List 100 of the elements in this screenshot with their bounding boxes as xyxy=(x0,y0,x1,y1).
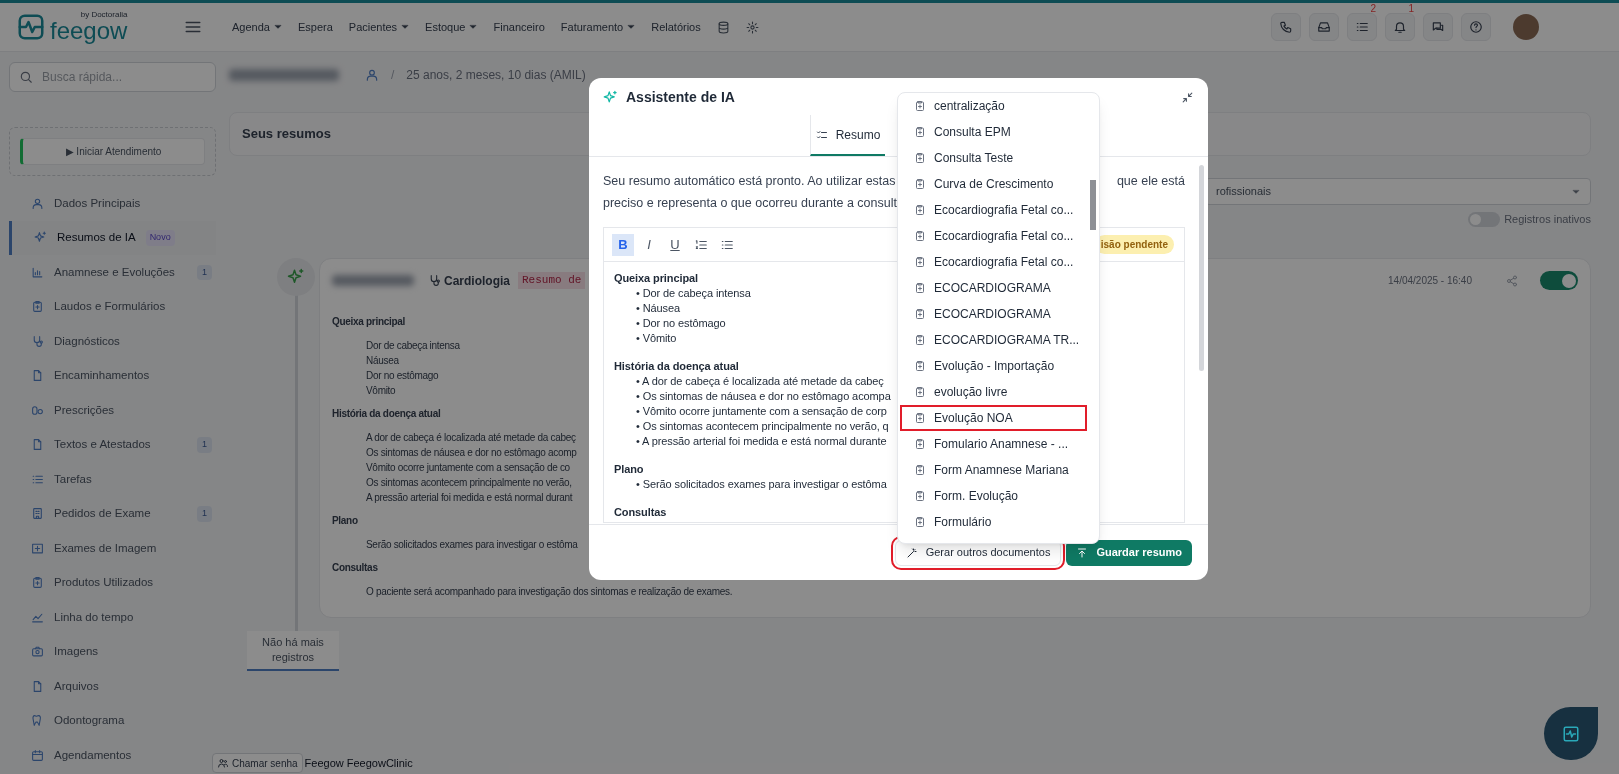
stethoscope-icon xyxy=(428,274,441,287)
clipboard-icon xyxy=(914,360,926,372)
start-attendance-button[interactable]: ▶ Iniciar Atendimento xyxy=(20,138,205,165)
summary-line: Dor no estômago xyxy=(366,368,439,383)
user-avatar[interactable] xyxy=(1513,14,1539,40)
sidebar-item[interactable]: Produtos Utilizados xyxy=(9,565,216,600)
inbox-button[interactable] xyxy=(1309,13,1339,41)
sidebar-item[interactable]: Pedidos de Exame 1 xyxy=(9,496,216,531)
sparkle-icon xyxy=(34,231,47,245)
bullet-line: • Vômito ocorre juntamente com a sensação de corp xyxy=(636,404,887,419)
chat-icon xyxy=(1431,20,1445,34)
floating-assistant-button[interactable] xyxy=(1544,707,1598,760)
sidebar-item[interactable]: Prescrições xyxy=(9,393,216,428)
menu-item[interactable]: Form. Evolução xyxy=(900,483,1087,509)
database-icon[interactable] xyxy=(716,20,730,34)
sidebar-item[interactable]: Exames de Imagem xyxy=(9,531,216,566)
clipboard-icon xyxy=(914,490,926,502)
task-list-button[interactable] xyxy=(1347,13,1377,41)
logo-tagline: by Doctoralia xyxy=(80,11,128,19)
pill-icon xyxy=(31,403,44,417)
clipboard-icon xyxy=(914,230,926,242)
sidebar-item[interactable]: Odontograma xyxy=(9,703,216,738)
sidebar-item[interactable]: Anamnese e Evoluções 1 xyxy=(9,255,216,290)
clipboard-icon xyxy=(914,282,926,294)
intro-text: preciso e representa o que ocorreu durante a consult xyxy=(603,195,897,212)
bullet-line: • Náusea xyxy=(636,301,681,316)
section-heading: História da doença atual xyxy=(614,359,739,374)
menu-item[interactable]: Curva de Crescimento xyxy=(900,171,1087,197)
menu-item[interactable]: Formulário xyxy=(900,509,1087,535)
nav-menu-item[interactable]: Financeiro xyxy=(485,18,553,36)
heartbeat-logo-icon xyxy=(16,12,46,42)
count-label: 2 xyxy=(1370,4,1376,14)
menu-item[interactable]: Consulta Teste xyxy=(900,145,1087,171)
sidebar-item[interactable]: Laudos e Formulários xyxy=(9,289,216,324)
tooth-icon xyxy=(31,714,44,728)
sidebar-item[interactable]: Diagnósticos xyxy=(9,324,216,359)
task-list-icon xyxy=(1355,20,1369,34)
phone-button[interactable] xyxy=(1271,13,1301,41)
bell-icon xyxy=(1393,20,1407,34)
section-heading: Consultas xyxy=(332,560,378,575)
sparkle-icon xyxy=(287,267,305,286)
menu-item[interactable]: Fomulario Anamnese - ... xyxy=(900,431,1087,457)
menu-item[interactable]: Form Anamnese Mariana xyxy=(900,457,1087,483)
scrollbar-thumb[interactable] xyxy=(1199,165,1204,371)
menu-item[interactable]: ECOCARDIOGRAMA TR... xyxy=(900,327,1087,353)
summary-line: O paciente será acompanhado para investigação dos sintomas e realização de exames. xyxy=(366,584,733,599)
person-icon xyxy=(31,196,44,210)
professional-select[interactable]: rofissionais xyxy=(1205,178,1591,205)
nav-menu-item[interactable]: Estoque xyxy=(417,18,486,36)
nav-menu-item[interactable]: Pacientes xyxy=(340,18,418,36)
checklist-icon xyxy=(815,128,828,141)
sidebar-item[interactable]: Imagens xyxy=(9,634,216,669)
nav-menu-item[interactable]: Agenda xyxy=(224,18,290,36)
document-icon xyxy=(31,369,44,383)
sidebar-item[interactable]: Linha do tempo xyxy=(9,600,216,635)
clipboard-icon xyxy=(31,300,44,314)
bell-button[interactable] xyxy=(1385,13,1415,41)
count-badge: 1 xyxy=(197,506,212,522)
clipboard-icon xyxy=(914,386,926,398)
active-toggle[interactable] xyxy=(1540,271,1578,290)
menu-item[interactable]: Consulta EPM xyxy=(900,119,1087,145)
save-summary-button[interactable]: Guardar resumo xyxy=(1066,539,1192,566)
summary-line: Os sintomas de náusea e dor no estômago acomp xyxy=(366,445,577,460)
nav-menu-item[interactable]: Espera xyxy=(289,18,341,36)
help-button[interactable] xyxy=(1461,13,1491,41)
chat-button[interactable] xyxy=(1423,13,1453,41)
numbered-list-icon[interactable] xyxy=(694,237,708,252)
menu-item[interactable]: Evolução NOA xyxy=(900,405,1087,431)
section-title: Seus resumos xyxy=(242,125,331,144)
nav-menu-item[interactable]: Relatórios xyxy=(643,18,709,36)
call-password-button[interactable]: Chamar senha xyxy=(212,753,303,773)
count-badge: 1 xyxy=(197,264,212,280)
scrollbar-thumb[interactable] xyxy=(1090,180,1096,230)
sidebar-item[interactable]: Tarefas xyxy=(9,462,216,497)
specialty-label: Cardiologia xyxy=(444,272,510,290)
sidebar-item[interactable]: Dados Principais xyxy=(9,186,216,221)
menu-item[interactable]: Ecocardiografia Fetal co... xyxy=(900,197,1087,223)
menu-item[interactable]: Ecocardiografia Fetal co... xyxy=(900,223,1087,249)
document-icon xyxy=(31,438,44,452)
menu-item[interactable]: centralização xyxy=(900,93,1087,119)
menu-item[interactable]: ECOCARDIOGRAMA xyxy=(900,275,1087,301)
sidebar-item[interactable]: Textos e Atestados 1 xyxy=(9,427,216,462)
clipboard-icon xyxy=(914,308,926,320)
count-label: 1 xyxy=(1408,4,1414,14)
bullet-line: • A dor de cabeça é localizada até metade da cabeç xyxy=(636,374,884,389)
collapse-icon[interactable] xyxy=(1181,90,1194,104)
sidebar-item[interactable]: Encaminhamentos xyxy=(9,358,216,393)
menu-item[interactable]: Evolução - Importação xyxy=(900,353,1087,379)
format-button[interactable]: U xyxy=(664,233,686,256)
menu-item[interactable]: ECOCARDIOGRAMA xyxy=(900,301,1087,327)
format-button[interactable]: I xyxy=(638,233,660,256)
menu-item[interactable]: Ecocardiografia Fetal co... xyxy=(900,249,1087,275)
upload-icon xyxy=(1076,546,1089,559)
menu-item[interactable]: evolução livre xyxy=(900,379,1087,405)
settings-icon[interactable] xyxy=(745,20,759,34)
format-button[interactable]: B xyxy=(612,233,634,256)
search-icon xyxy=(19,70,33,84)
tab[interactable]: Resumo xyxy=(810,115,885,156)
sidebar-item[interactable]: Arquivos xyxy=(9,669,216,704)
nav-menu-item[interactable]: Faturamento xyxy=(552,18,644,36)
